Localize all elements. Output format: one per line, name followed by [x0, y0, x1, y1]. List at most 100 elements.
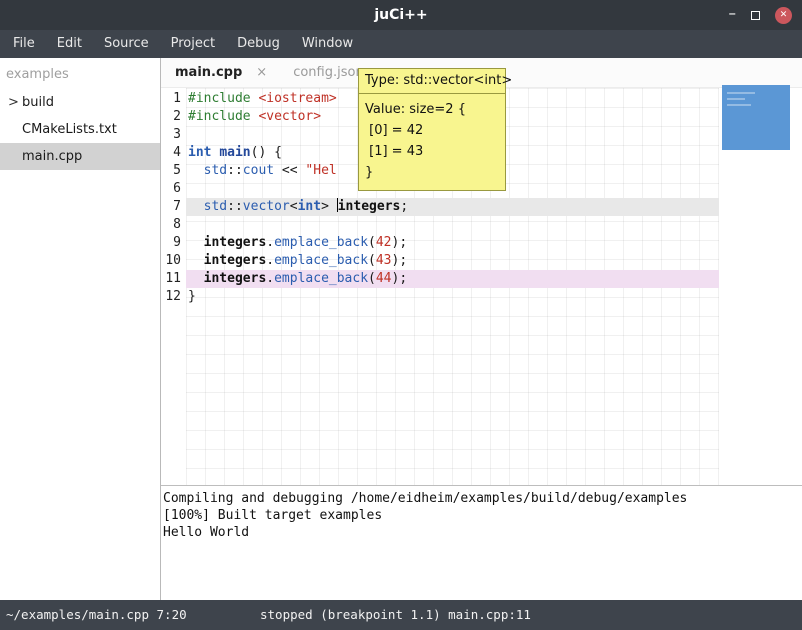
close-button[interactable]: ✕	[775, 7, 792, 24]
tab-label: main.cpp	[175, 65, 242, 80]
code-token: ::	[227, 199, 243, 214]
menu-file[interactable]: File	[2, 30, 46, 58]
code-token	[188, 163, 204, 178]
code-token: "Hel	[305, 163, 336, 178]
code-token: vector	[243, 199, 290, 214]
line-number[interactable]: 10	[161, 252, 186, 270]
code-line[interactable]: integers.emplace_back(42);	[186, 234, 719, 252]
minimize-button[interactable]: –	[729, 6, 737, 25]
tab-close-icon[interactable]: ×	[256, 65, 267, 80]
code-line[interactable]: }	[186, 288, 719, 306]
tab-main-cpp[interactable]: main.cpp ×	[175, 65, 267, 80]
file-tree-item-label: main.cpp	[22, 149, 82, 164]
code-token: }	[188, 289, 196, 304]
code-token: integers	[338, 199, 401, 214]
line-number[interactable]: 3	[161, 126, 186, 144]
line-number[interactable]: 7	[161, 198, 186, 216]
code-token: emplace_back	[274, 271, 368, 286]
code-token: 43	[376, 253, 392, 268]
line-number[interactable]: 6	[161, 180, 186, 198]
code-token: .	[266, 271, 274, 286]
terminal-line: [100%] Built target examples	[163, 507, 800, 524]
window-controls: – ✕	[729, 0, 793, 30]
code-token: main	[219, 145, 250, 160]
tooltip-value-line: }	[365, 162, 499, 183]
window-title: juCi++	[0, 0, 802, 30]
maximize-button[interactable]	[751, 11, 760, 20]
status-debug-state: stopped (breakpoint 1.1) main.cpp:11	[260, 600, 531, 630]
menu-debug[interactable]: Debug	[226, 30, 291, 58]
code-token: );	[392, 271, 408, 286]
tooltip-value-block: Value: size=2 { [0] = 42 [1] = 43}	[359, 94, 505, 190]
expander-icon[interactable]: >	[8, 89, 19, 116]
menu-source[interactable]: Source	[93, 30, 160, 58]
code-token: () {	[251, 145, 282, 160]
code-token: std	[204, 163, 227, 178]
code-token: 44	[376, 271, 392, 286]
file-tree-item-label: CMakeLists.txt	[22, 122, 117, 137]
tooltip-value-line: [0] = 42	[365, 120, 499, 141]
menu-window[interactable]: Window	[291, 30, 364, 58]
line-number[interactable]: 4	[161, 144, 186, 162]
juci-window: juCi++ – ✕ FileEditSourceProjectDebugWin…	[0, 0, 802, 630]
code-token	[188, 253, 204, 268]
code-token	[188, 271, 204, 286]
code-token: int	[188, 145, 211, 160]
menu-bar: FileEditSourceProjectDebugWindow	[0, 30, 802, 58]
code-line[interactable]: integers.emplace_back(44);	[186, 270, 719, 288]
minimap-line	[727, 92, 755, 94]
line-number[interactable]: 5	[161, 162, 186, 180]
code-token: .	[266, 235, 274, 250]
title-bar: juCi++ – ✕	[0, 0, 802, 30]
status-bar: ~/examples/main.cpp 7:20 stopped (breakp…	[0, 600, 802, 630]
code-token: std	[204, 199, 227, 214]
file-tree-item-build[interactable]: >build	[0, 89, 160, 116]
tooltip-value-line: Value: size=2 {	[365, 99, 499, 120]
code-token: ;	[400, 199, 408, 214]
code-token: (	[368, 235, 376, 250]
file-tree-item-main-cpp[interactable]: main.cpp	[0, 143, 160, 170]
line-number[interactable]: 12	[161, 288, 186, 306]
build-output-terminal[interactable]: Compiling and debugging /home/eidheim/ex…	[161, 485, 802, 600]
code-line[interactable]: integers.emplace_back(43);	[186, 252, 719, 270]
code-token: integers	[204, 271, 267, 286]
code-token: 42	[376, 235, 392, 250]
code-line[interactable]: std::vector<int> integers;	[186, 198, 719, 216]
code-token: <vector>	[258, 109, 321, 124]
line-number[interactable]: 8	[161, 216, 186, 234]
code-token	[188, 199, 204, 214]
line-number[interactable]: 1	[161, 90, 186, 108]
tooltip-value-line: [1] = 43	[365, 141, 499, 162]
code-token: ::	[227, 163, 243, 178]
code-line[interactable]	[186, 216, 719, 234]
code-token: #include	[188, 109, 258, 124]
debug-value-tooltip: Type: std::vector<int> Value: size=2 { […	[358, 68, 506, 191]
code-token: <<	[274, 163, 305, 178]
line-number[interactable]: 11	[161, 270, 186, 288]
menu-project[interactable]: Project	[160, 30, 226, 58]
code-token: (	[368, 253, 376, 268]
terminal-line: Hello World	[163, 524, 800, 541]
file-tree: >build CMakeLists.txt main.cpp	[0, 89, 160, 170]
line-number[interactable]: 9	[161, 234, 186, 252]
project-name-header: examples	[0, 58, 160, 89]
file-tree-item-cmakelists-txt[interactable]: CMakeLists.txt	[0, 116, 160, 143]
code-token: #include	[188, 91, 258, 106]
file-tree-item-label: build	[22, 95, 54, 110]
code-token: <iostream>	[258, 91, 336, 106]
code-token: .	[266, 253, 274, 268]
code-token: );	[392, 235, 408, 250]
editor-gutter: 123456789101112	[161, 88, 186, 485]
code-token: );	[392, 253, 408, 268]
code-token: <	[290, 199, 298, 214]
code-token: integers	[204, 253, 267, 268]
menu-edit[interactable]: Edit	[46, 30, 93, 58]
code-token: emplace_back	[274, 253, 368, 268]
line-number[interactable]: 2	[161, 108, 186, 126]
minimap[interactable]	[722, 85, 790, 150]
tooltip-type-line: Type: std::vector<int>	[359, 69, 505, 94]
code-token: >	[321, 199, 337, 214]
code-token: integers	[204, 235, 267, 250]
code-token: int	[298, 199, 321, 214]
minimap-line	[727, 104, 751, 106]
